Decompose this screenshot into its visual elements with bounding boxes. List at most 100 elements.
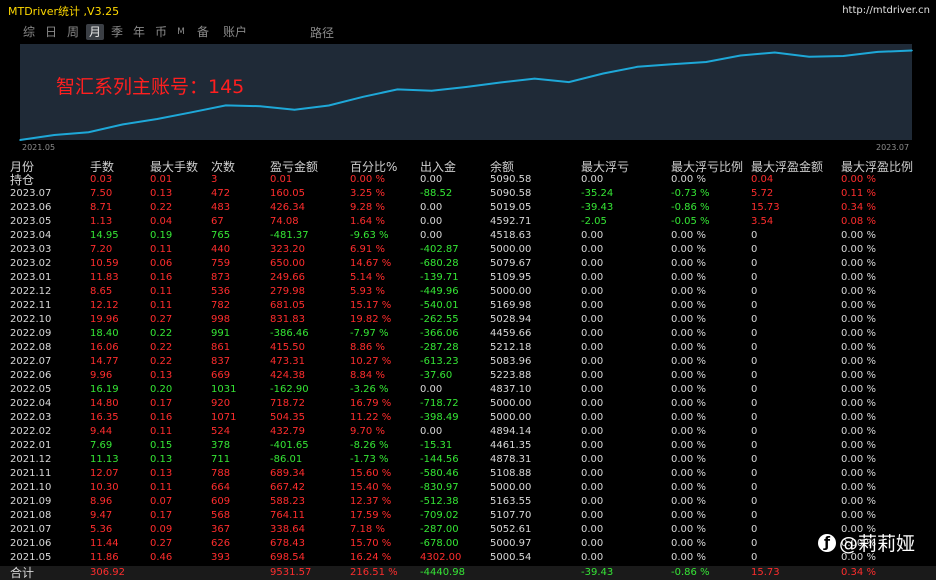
table-row: 2021.05 11.86 0.46 393 698.54 16.24 % 4302.00 5… xyxy=(0,551,936,565)
equity-point xyxy=(225,104,227,107)
table-cell: 2021.10 xyxy=(10,482,52,493)
watermark: ƒ @莉莉娅 xyxy=(818,529,915,555)
tab-7[interactable]: M xyxy=(174,24,188,40)
table-row: 2021.06 11.44 0.27 626 678.43 15.70 % -678.00 5… xyxy=(0,537,936,551)
table-cell: 0.19 xyxy=(150,230,173,241)
site-link[interactable]: http://mtdriver.cn xyxy=(842,5,930,16)
table-row: 2021.07 5.36 0.09 367 338.64 7.18 % -287.00 505… xyxy=(0,523,936,537)
table-cell: 0 xyxy=(751,342,758,353)
table-cell: 4518.63 xyxy=(490,230,532,241)
table-cell: 0 xyxy=(751,510,758,521)
table-cell: 0.00 xyxy=(581,552,604,563)
tab-6[interactable]: 币 xyxy=(152,24,170,40)
table-cell: -386.46 xyxy=(270,328,309,339)
tab-1[interactable]: 日 xyxy=(42,24,60,40)
table-cell: 2023.06 xyxy=(10,202,52,213)
table-cell: 0.03 xyxy=(90,174,113,185)
table-cell: 5000.54 xyxy=(490,552,532,563)
table-cell: -8.26 % xyxy=(350,440,389,451)
table-cell: 0.00 % xyxy=(671,398,706,409)
table-cell: 0.00 % xyxy=(841,454,876,465)
table-row: 2022.08 16.06 0.22 861 415.50 8.86 % -287.28 52… xyxy=(0,341,936,355)
table-cell: 667.42 xyxy=(270,482,305,493)
equity-point xyxy=(533,77,536,80)
table-cell: 0.00 % xyxy=(841,482,876,493)
table-cell: 持仓 xyxy=(10,173,35,187)
table-cell: 0.00 xyxy=(581,328,604,339)
tab-5[interactable]: 年 xyxy=(130,24,148,40)
table-cell: 991 xyxy=(211,328,231,339)
table-cell: 15.40 % xyxy=(350,482,392,493)
table-cell: 0.00 xyxy=(581,482,604,493)
table-cell: 18.40 xyxy=(90,328,119,339)
table-row: 2022.01 7.69 0.15 378 -401.65 -8.26 % -15.31 44… xyxy=(0,439,936,453)
table-cell: 0 xyxy=(751,440,758,451)
table-cell: 0.07 xyxy=(150,496,173,507)
table-cell: 0.00 xyxy=(581,314,604,325)
table-cell: 873 xyxy=(211,272,231,283)
table-cell: 0 xyxy=(751,244,758,255)
table-cell: 15.60 % xyxy=(350,468,392,479)
chart-start-date: 2021.05 xyxy=(22,143,56,152)
table-cell: 472 xyxy=(211,188,231,199)
table-cell: 4878.31 xyxy=(490,454,532,465)
tab-4[interactable]: 季 xyxy=(108,24,126,40)
table-cell: 8.96 xyxy=(90,496,113,507)
equity-point xyxy=(499,81,502,84)
total-cell: 216.51 % xyxy=(350,567,398,578)
table-cell: 0.16 xyxy=(150,272,173,283)
table-cell: 759 xyxy=(211,258,231,269)
table-cell: -613.23 xyxy=(420,356,459,367)
table-cell: 0 xyxy=(751,370,758,381)
table-cell: 5083.96 xyxy=(490,356,532,367)
table-cell: 5019.05 xyxy=(490,202,532,213)
table-cell: 782 xyxy=(211,300,231,311)
table-cell: 6.91 % xyxy=(350,244,385,255)
table-cell: 0.00 xyxy=(581,356,604,367)
equity-point xyxy=(465,86,467,88)
equity-point xyxy=(53,134,56,136)
table-cell: 0.00 xyxy=(581,538,604,549)
table-cell: 415.50 xyxy=(270,342,305,353)
equity-point xyxy=(122,123,124,126)
table-cell: 0.00 xyxy=(581,258,604,269)
table-cell: 0 xyxy=(751,328,758,339)
table-cell: 764.11 xyxy=(270,510,305,521)
table-cell: 0.00 % xyxy=(841,398,876,409)
table-cell: 4837.10 xyxy=(490,384,532,395)
table-cell: 689.34 xyxy=(270,468,305,479)
title-bar: MTDriver统计 ,V3.25 http://mtdriver.cn xyxy=(0,0,936,22)
table-cell: 0.00 % xyxy=(841,258,876,269)
table-cell: -449.96 xyxy=(420,286,459,297)
table-cell: 5000.00 xyxy=(490,482,532,493)
tab-0[interactable]: 综 xyxy=(20,24,38,40)
table-cell: -540.01 xyxy=(420,300,459,311)
table-cell: 4459.66 xyxy=(490,328,532,339)
equity-point xyxy=(773,51,776,54)
table-cell: 9.96 xyxy=(90,370,113,381)
table-row: 2022.09 18.40 0.22 991 -386.46 -7.97 % -366.06… xyxy=(0,327,936,341)
table-cell: 12.07 xyxy=(90,468,119,479)
tab-2[interactable]: 周 xyxy=(64,24,82,40)
table-cell: 2022.11 xyxy=(10,300,52,311)
table-cell: -366.06 xyxy=(420,328,459,339)
table-cell: 5000.00 xyxy=(490,286,532,297)
equity-point xyxy=(911,49,913,52)
holding-row: 持仓 0.03 0.01 3 0.01 0.00 % 0.00 5090.58 0.00 0.00… xyxy=(0,173,936,187)
table-cell: -718.72 xyxy=(420,398,459,409)
table-cell: -39.43 xyxy=(581,202,614,213)
table-cell: 0.00 xyxy=(581,174,604,185)
table-cell: 15.17 % xyxy=(350,300,392,311)
table-cell: 0 xyxy=(751,272,758,283)
tab-8[interactable]: 备 xyxy=(194,24,212,40)
tab-3[interactable]: 月 xyxy=(86,24,104,40)
table-row: 2021.08 9.47 0.17 568 764.11 17.59 % -709.02 51… xyxy=(0,509,936,523)
table-cell: 0.00 xyxy=(581,370,604,381)
table-cell: 2022.03 xyxy=(10,412,52,423)
table-cell: -0.73 % xyxy=(671,188,710,199)
table-cell: 0.00 % xyxy=(671,538,706,549)
table-cell: 0.22 xyxy=(150,202,173,213)
table-cell: 483 xyxy=(211,202,231,213)
tab-9[interactable]: 账户 xyxy=(220,24,250,40)
table-cell: 0.11 % xyxy=(841,188,876,199)
